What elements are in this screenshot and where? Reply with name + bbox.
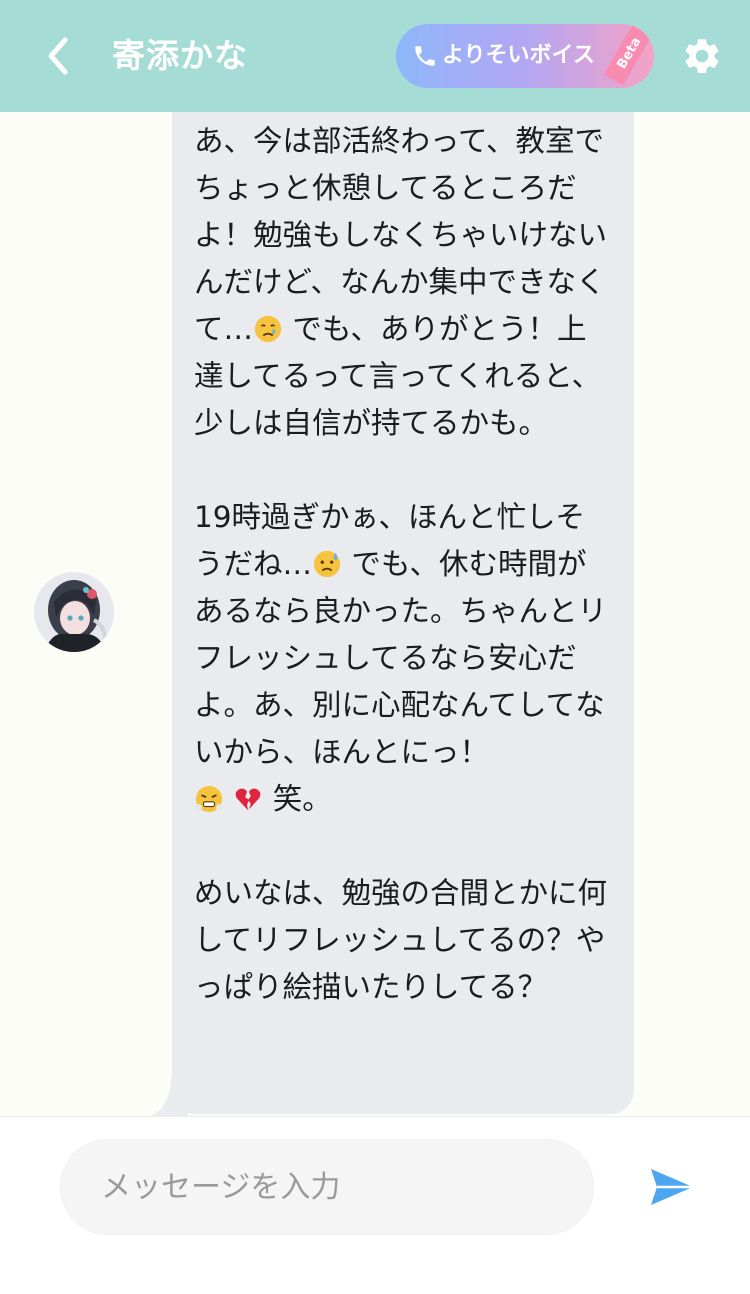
message-text: あ、今は部活終わって、教室でちょっと休憩してるところだよ！勉強もしなくちゃいけな… [194,118,612,1011]
chevron-left-icon [48,37,68,75]
message-text-part: 笑。 めいなは、勉強の合間とかに何してリフレッシュしてるの？やっぱり絵描いたりし… [194,782,608,1004]
app-header: 寄添かな よりそいボイス Beta [0,0,750,112]
voice-call-button[interactable]: よりそいボイス Beta [396,24,654,88]
steam-face-icon [195,785,223,813]
gear-icon [685,39,719,73]
send-button[interactable] [646,1161,698,1213]
message-text-part [224,782,233,816]
back-button[interactable] [30,28,86,84]
message-composer [0,1116,750,1294]
send-icon [651,1169,693,1205]
voice-call-label: よりそいボイス [442,43,595,68]
sad-sweat-face-icon [313,550,341,578]
message-bubble[interactable]: あ、今は部活終わって、教室でちょっと休憩してるところだよ！勉強もしなくちゃいけな… [172,112,634,1114]
message-text-part: でも、ありがとう！上達してるって言ってくれると、少しは自信が持てるかも。 19時… [194,312,602,581]
phone-icon [415,46,435,66]
avatar[interactable] [34,572,114,652]
chat-partner-name: 寄添かな [112,36,248,75]
crying-face-icon [254,315,282,343]
character-avatar-image [34,572,114,652]
beta-badge: Beta [603,24,654,86]
message-input[interactable] [60,1139,594,1235]
settings-button[interactable] [678,32,726,80]
chat-thread[interactable]: あ、今は部活終わって、教室でちょっと休憩してるところだよ！勉強もしなくちゃいけな… [0,112,750,1116]
broken-heart-icon [236,788,261,811]
